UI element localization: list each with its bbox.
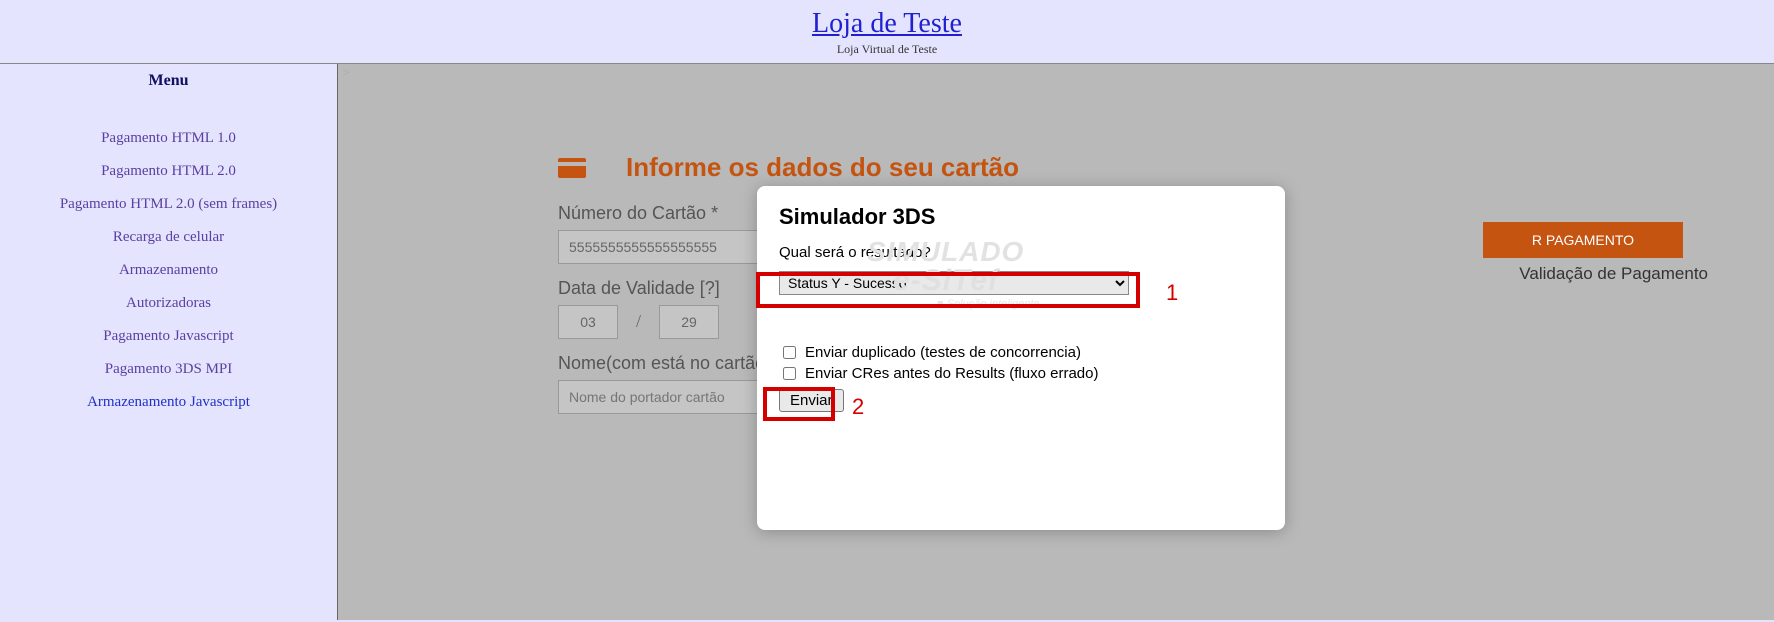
checkbox-cres[interactable] — [783, 367, 796, 380]
sidebar-item-pagamento-js[interactable]: Pagamento Javascript — [103, 328, 233, 345]
sidebar-item-pagamento-html-1[interactable]: Pagamento HTML 1.0 — [101, 130, 236, 147]
result-select[interactable]: Status Y - Sucesso — [779, 271, 1129, 295]
modal-question: Qual será o resultado? — [779, 244, 1263, 261]
app-header: Loja de Teste Loja Virtual de Teste — [0, 0, 1774, 64]
expiry-year-input[interactable] — [659, 305, 719, 339]
checkbox-cres-label: Enviar CRes antes do Results (fluxo erra… — [805, 365, 1098, 382]
sidebar-item-armazenamento-js[interactable]: Armazenamento Javascript — [87, 394, 250, 411]
checkbox-duplicado[interactable] — [783, 346, 796, 359]
annotation-number-2: 2 — [852, 394, 864, 420]
stray-char: > — [338, 66, 350, 81]
enviar-button[interactable]: Enviar — [779, 389, 844, 412]
menu-list: Pagamento HTML 1.0 Pagamento HTML 2.0 Pa… — [0, 130, 337, 411]
app-subtitle: Loja Virtual de Teste — [0, 42, 1774, 57]
app-title[interactable]: Loja de Teste — [0, 8, 1774, 40]
sidebar-item-armazenamento[interactable]: Armazenamento — [119, 262, 218, 279]
checkbox-row-cres[interactable]: Enviar CRes antes do Results (fluxo erra… — [779, 364, 1263, 383]
modal-title: Simulador 3DS — [779, 204, 1263, 230]
expiry-month-input[interactable] — [558, 305, 618, 339]
checkbox-row-duplicado[interactable]: Enviar duplicado (testes de concorrencia… — [779, 343, 1263, 362]
sidebar-item-pagamento-html-2-sf[interactable]: Pagamento HTML 2.0 (sem frames) — [60, 196, 277, 213]
menu-heading: Menu — [0, 72, 337, 90]
payment-stage-label: Validação de Pagamento — [1519, 264, 1708, 284]
sidebar-item-pagamento-html-2[interactable]: Pagamento HTML 2.0 — [101, 163, 236, 180]
confirm-payment-button[interactable]: R PAGAMENTO — [1483, 222, 1683, 258]
sidebar-item-pagamento-3ds-mpi[interactable]: Pagamento 3DS MPI — [105, 361, 233, 378]
sidebar-item-autorizadoras[interactable]: Autorizadoras — [126, 295, 211, 312]
checkbox-duplicado-label: Enviar duplicado (testes de concorrencia… — [805, 344, 1081, 361]
sidebar: Menu Pagamento HTML 1.0 Pagamento HTML 2… — [0, 64, 338, 620]
form-title: Informe os dados do seu cartão — [626, 152, 1019, 183]
simulator-3ds-modal: SIMULADO e-SiTef ■ Solução inteligente S… — [757, 186, 1285, 530]
credit-card-icon — [558, 158, 586, 178]
sidebar-item-recarga[interactable]: Recarga de celular — [113, 229, 224, 246]
expiry-separator: / — [636, 311, 641, 331]
annotation-number-1: 1 — [1166, 280, 1178, 306]
